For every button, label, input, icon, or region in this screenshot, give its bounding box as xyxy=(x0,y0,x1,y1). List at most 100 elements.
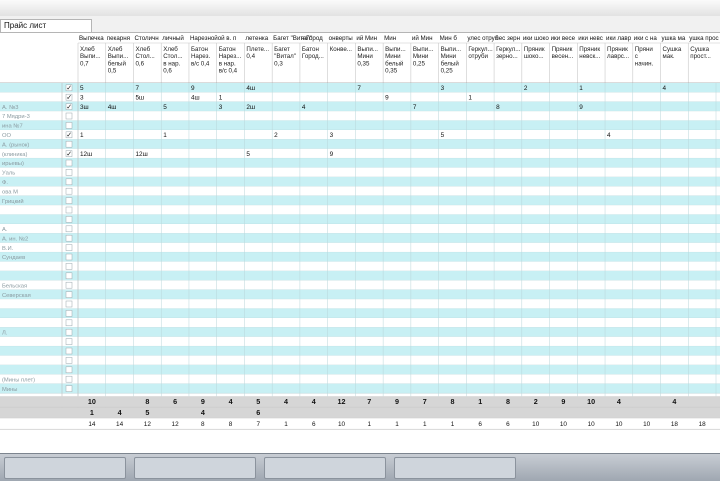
row-checkbox[interactable] xyxy=(65,244,73,251)
taskbar-item[interactable] xyxy=(264,457,386,479)
table-row[interactable] xyxy=(0,327,720,337)
table-cell[interactable]: 1 xyxy=(80,132,84,139)
sheet-tab-price-list[interactable]: Прайс лист xyxy=(0,19,92,32)
table-cell[interactable]: 1 xyxy=(468,94,472,101)
table-row[interactable] xyxy=(0,224,720,234)
row-checkbox[interactable] xyxy=(65,187,73,195)
row-checkbox[interactable] xyxy=(65,263,73,270)
column-header[interactable]: Пряник невск... xyxy=(579,46,600,60)
row-checkbox[interactable] xyxy=(65,281,73,289)
table-row[interactable] xyxy=(0,336,720,347)
row-checkbox[interactable] xyxy=(65,197,73,204)
table-cell[interactable]: 5ш xyxy=(135,94,144,101)
row-checkbox[interactable] xyxy=(65,375,73,383)
table-row[interactable] xyxy=(0,148,720,159)
row-checkbox[interactable] xyxy=(65,253,73,261)
table-cell[interactable]: 7 xyxy=(413,104,417,111)
row-checkbox[interactable] xyxy=(65,347,73,355)
table-row[interactable] xyxy=(0,383,720,394)
table-row[interactable] xyxy=(0,299,720,309)
table-cell[interactable]: 1 xyxy=(579,85,583,92)
column-header[interactable]: Пряник весен... xyxy=(552,46,574,60)
row-checkbox[interactable] xyxy=(65,291,73,298)
table-cell[interactable]: 3ш xyxy=(80,104,89,111)
column-header[interactable]: Конве... xyxy=(330,46,353,53)
column-header[interactable]: Пряник лаврс... xyxy=(607,46,629,60)
table-row[interactable] xyxy=(0,111,720,121)
table-cell[interactable]: 2 xyxy=(274,132,278,139)
table-cell[interactable]: 4 xyxy=(663,85,667,92)
table-cell[interactable]: 3 xyxy=(330,132,334,139)
table-cell[interactable]: 3 xyxy=(219,104,223,111)
table-cell[interactable]: 9 xyxy=(385,94,389,101)
table-cell[interactable]: 4ш xyxy=(108,104,117,111)
row-checkbox[interactable] xyxy=(65,159,73,167)
table-cell[interactable]: 4ш xyxy=(246,85,255,92)
table-cell[interactable]: 5 xyxy=(246,151,250,158)
table-cell[interactable]: 2 xyxy=(524,85,528,92)
table-cell[interactable]: 5 xyxy=(163,104,167,111)
table-row[interactable] xyxy=(0,365,720,375)
row-checkbox[interactable] xyxy=(65,140,73,148)
table-cell[interactable]: 8 xyxy=(496,104,500,111)
taskbar-item[interactable] xyxy=(134,457,256,479)
table-cell[interactable]: 3 xyxy=(441,85,445,92)
row-checkbox[interactable] xyxy=(65,234,73,242)
table-cell[interactable]: 9 xyxy=(579,104,583,111)
table-row[interactable] xyxy=(0,195,720,206)
row-checkbox[interactable] xyxy=(65,272,73,280)
row-checkbox[interactable] xyxy=(65,216,73,223)
table-row[interactable] xyxy=(0,92,720,102)
table-cell[interactable]: 3 xyxy=(80,94,84,101)
row-checkbox[interactable] xyxy=(65,225,73,233)
column-header[interactable]: Сушка прост... xyxy=(690,46,711,60)
column-header[interactable]: Батон Нарез. в/с 0,4 xyxy=(191,46,210,67)
table-row[interactable] xyxy=(0,346,720,356)
row-checkbox[interactable] xyxy=(65,122,73,129)
table-cell[interactable]: 7 xyxy=(135,85,139,92)
table-row[interactable] xyxy=(0,186,720,196)
table-cell[interactable]: 4 xyxy=(302,104,306,111)
row-checkbox[interactable] xyxy=(65,319,73,327)
row-checkbox[interactable] xyxy=(65,169,73,176)
table-cell[interactable]: 1 xyxy=(163,132,167,139)
table-cell[interactable]: 5 xyxy=(80,85,84,92)
table-row[interactable] xyxy=(0,308,720,318)
table-cell[interactable]: 9 xyxy=(330,151,334,158)
table-row[interactable] xyxy=(0,120,720,130)
table-row[interactable] xyxy=(0,214,720,224)
column-header[interactable]: Геркул... зерно... xyxy=(496,46,521,60)
row-checkbox[interactable] xyxy=(65,328,73,336)
table-cell[interactable]: 1 xyxy=(219,94,223,101)
table-row[interactable] xyxy=(0,374,720,384)
table-row[interactable] xyxy=(0,158,720,168)
table-row[interactable] xyxy=(0,289,720,300)
table-row[interactable] xyxy=(0,205,720,215)
table-row[interactable] xyxy=(0,242,720,253)
column-header[interactable]: Пряник шоко... xyxy=(524,46,545,60)
table-row[interactable] xyxy=(0,139,720,149)
table-cell[interactable]: 12ш xyxy=(80,151,92,158)
row-checkbox[interactable] xyxy=(65,310,73,317)
row-checkbox[interactable] xyxy=(65,385,73,392)
table-cell[interactable]: 5 xyxy=(441,132,445,139)
taskbar-item[interactable] xyxy=(4,457,126,479)
table-row[interactable] xyxy=(0,280,720,290)
table-cell[interactable]: 7 xyxy=(357,85,361,92)
table-row[interactable] xyxy=(0,252,720,262)
table-cell[interactable]: 9 xyxy=(191,85,195,92)
row-checkbox[interactable] xyxy=(65,338,73,345)
row-checkbox[interactable] xyxy=(65,178,73,186)
table-cell[interactable]: 2ш xyxy=(246,104,255,111)
table-cell[interactable]: 4ш xyxy=(191,94,200,101)
table-row[interactable] xyxy=(0,177,720,187)
table-row[interactable] xyxy=(0,233,720,243)
row-checkbox[interactable] xyxy=(65,112,73,120)
row-checkbox[interactable] xyxy=(65,300,73,308)
row-checkbox[interactable] xyxy=(65,357,73,364)
table-row[interactable] xyxy=(0,271,720,281)
row-checkbox[interactable] xyxy=(65,366,73,374)
table-cell[interactable]: 4 xyxy=(607,132,611,139)
taskbar-item[interactable] xyxy=(394,457,516,479)
table-row[interactable] xyxy=(0,355,720,365)
